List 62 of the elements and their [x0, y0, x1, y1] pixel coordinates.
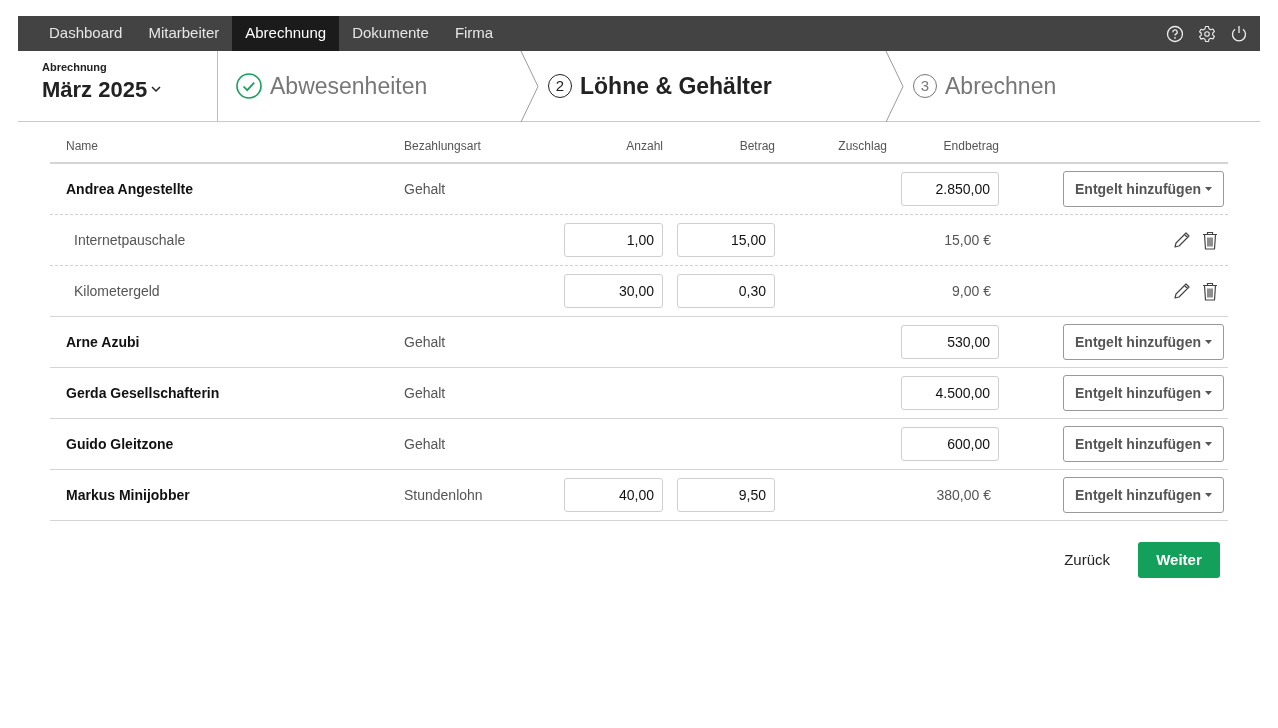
caret-down-icon: [1205, 340, 1212, 344]
pay-type-cell-text: Stundenlohn: [404, 485, 484, 505]
quantity-field[interactable]: 30,00: [564, 274, 663, 308]
pay-type-cell-text: Gehalt: [404, 434, 447, 454]
column-header: Anzahl: [625, 138, 663, 155]
add-pay-dropdown-button[interactable]: Entgelt hinzufügen: [1063, 324, 1224, 360]
step-chevron-divider: [885, 51, 905, 122]
nav-tab[interactable]: Abrechnung: [232, 16, 340, 51]
quantity-field[interactable]: 40,00: [564, 478, 663, 512]
chevron-down-icon: [151, 86, 162, 93]
column-header: Zuschlag: [837, 138, 887, 155]
settings-icon[interactable]: [1198, 24, 1216, 43]
amount-field[interactable]: 0,30: [677, 274, 775, 308]
column-header: Betrag: [738, 138, 775, 155]
trash-icon[interactable]: [1202, 230, 1218, 250]
name-cell-text: Gerda Gesellschafterin: [65, 383, 221, 403]
caret-down-icon: [1205, 391, 1212, 395]
name-cell-text: Markus Minijobber: [65, 485, 191, 505]
name-cell-text: Internetpauschale: [73, 230, 187, 250]
add-pay-dropdown-button[interactable]: Entgelt hinzufügen: [1063, 171, 1224, 207]
amount-field[interactable]: 9,50: [677, 478, 775, 512]
column-header: Endbetrag: [942, 138, 999, 155]
caret-down-icon: [1205, 187, 1212, 191]
amount-field[interactable]: 15,00: [677, 223, 775, 257]
quantity-field[interactable]: 1,00: [564, 223, 663, 257]
nav-tab[interactable]: Dokumente: [339, 16, 442, 51]
name-cell-text: Andrea Angestellte: [65, 179, 195, 199]
period-label: Abrechnung: [42, 60, 108, 75]
nav-tab[interactable]: Mitarbeiter: [135, 16, 233, 51]
total-cell-text: 380,00 €: [935, 485, 992, 505]
pay-type-cell-text: Gehalt: [404, 383, 447, 403]
add-pay-dropdown-button[interactable]: Entgelt hinzufügen: [1063, 426, 1224, 462]
name-cell-text: Kilometergeld: [73, 281, 161, 301]
column-header: Name: [65, 138, 99, 155]
total-cell-text: 15,00 €: [943, 230, 992, 250]
pay-type-cell-text: Gehalt: [404, 332, 447, 352]
power-icon[interactable]: [1230, 24, 1248, 43]
total-field[interactable]: 600,00: [901, 427, 999, 461]
pay-type-cell-text: Gehalt: [404, 179, 447, 199]
add-pay-dropdown-button[interactable]: Entgelt hinzufügen: [1063, 477, 1224, 513]
back-button[interactable]: Zurück: [1056, 541, 1118, 580]
trash-icon[interactable]: [1202, 281, 1218, 301]
add-pay-dropdown-button[interactable]: Entgelt hinzufügen: [1063, 375, 1224, 411]
nav-tab[interactable]: Firma: [441, 16, 507, 51]
edit-pencil-icon[interactable]: [1173, 281, 1191, 300]
edit-pencil-icon[interactable]: [1173, 230, 1191, 249]
caret-down-icon: [1205, 442, 1212, 446]
total-field[interactable]: 530,00: [901, 325, 999, 359]
help-icon[interactable]: [1166, 24, 1184, 43]
nav-tab[interactable]: Dashboard: [36, 16, 136, 51]
total-cell-text: 9,00 €: [951, 281, 992, 301]
step-chevron-divider: [520, 51, 540, 122]
step-label: Abwesenheiten: [270, 71, 428, 101]
period-selector[interactable]: März 2025: [42, 75, 162, 104]
column-header: Bezahlungsart: [404, 138, 482, 155]
name-cell-text: Arne Azubi: [65, 332, 141, 352]
step-label: Abrechnen: [945, 71, 1057, 101]
step-label: Löhne & Gehälter: [580, 71, 772, 101]
caret-down-icon: [1205, 493, 1212, 497]
name-cell-text: Guido Gleitzone: [65, 434, 175, 454]
total-field[interactable]: 2.850,00: [901, 172, 999, 206]
total-field[interactable]: 4.500,00: [901, 376, 999, 410]
